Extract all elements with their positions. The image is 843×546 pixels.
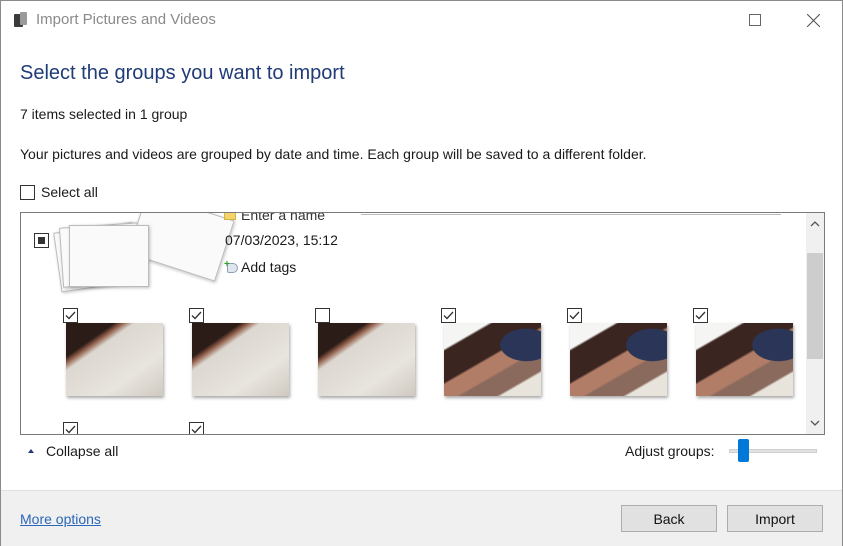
item-checkbox[interactable] bbox=[63, 308, 78, 323]
group-date: 07/03/2023, 15:12 bbox=[225, 232, 338, 248]
group-thumbnail-stack[interactable] bbox=[53, 213, 235, 293]
scroll-up-button[interactable] bbox=[806, 215, 824, 233]
media-item[interactable] bbox=[189, 422, 289, 434]
minimize-button[interactable] bbox=[668, 1, 726, 39]
scrollbar-thumb[interactable] bbox=[807, 253, 823, 359]
name-underline bbox=[361, 214, 781, 215]
adjust-groups-label: Adjust groups: bbox=[625, 443, 715, 459]
media-thumbnail[interactable] bbox=[318, 323, 415, 396]
select-all-checkbox[interactable]: Select all bbox=[20, 184, 98, 200]
chevron-down-icon bbox=[810, 420, 820, 426]
add-tags-label: Add tags bbox=[241, 259, 297, 275]
slider-thumb[interactable] bbox=[738, 439, 749, 462]
more-options-link[interactable]: More options bbox=[20, 511, 101, 527]
add-tag-icon: + bbox=[224, 260, 238, 273]
item-checkbox[interactable] bbox=[567, 308, 582, 323]
scroll-down-button[interactable] bbox=[806, 414, 824, 432]
group-name-field[interactable]: Enter a name bbox=[224, 212, 326, 222]
group-name-placeholder: Enter a name bbox=[241, 212, 326, 222]
maximize-button[interactable] bbox=[726, 1, 784, 39]
vertical-scrollbar[interactable] bbox=[806, 213, 824, 434]
groups-list[interactable]: Enter a name 07/03/2023, 15:12 + Add tag… bbox=[20, 212, 825, 435]
media-thumbnail[interactable] bbox=[570, 323, 667, 396]
close-icon bbox=[806, 13, 820, 27]
media-thumbnail[interactable] bbox=[66, 323, 163, 396]
adjust-groups-slider[interactable] bbox=[729, 438, 817, 464]
media-item[interactable] bbox=[315, 308, 415, 408]
selection-count: 7 items selected in 1 group bbox=[20, 106, 188, 122]
close-button[interactable] bbox=[784, 1, 842, 39]
maximize-icon bbox=[749, 14, 761, 26]
media-thumbnail[interactable] bbox=[444, 323, 541, 396]
media-item[interactable] bbox=[441, 308, 541, 408]
media-item[interactable] bbox=[63, 422, 163, 434]
item-checkbox[interactable] bbox=[441, 308, 456, 323]
item-checkbox[interactable] bbox=[693, 308, 708, 323]
media-item[interactable] bbox=[567, 308, 667, 408]
item-checkbox[interactable] bbox=[315, 308, 330, 323]
caret-up-icon bbox=[28, 449, 34, 453]
item-checkbox[interactable] bbox=[63, 422, 78, 434]
group-info: Enter a name 07/03/2023, 15:12 + Add tag… bbox=[224, 212, 338, 275]
add-tags-link[interactable]: + Add tags bbox=[224, 259, 296, 275]
item-checkbox[interactable] bbox=[189, 422, 204, 434]
chevron-up-icon bbox=[810, 221, 820, 227]
group-checkbox[interactable] bbox=[34, 233, 49, 248]
description-text: Your pictures and videos are grouped by … bbox=[20, 146, 647, 162]
folder-icon bbox=[224, 213, 236, 220]
footer-bar: More options Back Import bbox=[1, 490, 842, 546]
select-all-box[interactable] bbox=[20, 184, 35, 200]
item-checkbox[interactable] bbox=[189, 308, 204, 323]
media-thumbnail[interactable] bbox=[192, 323, 289, 396]
collapse-all-label: Collapse all bbox=[46, 443, 119, 459]
media-item[interactable] bbox=[63, 308, 163, 408]
page-heading: Select the groups you want to import bbox=[20, 62, 345, 84]
back-button[interactable]: Back bbox=[621, 505, 717, 532]
select-all-label: Select all bbox=[41, 184, 98, 200]
import-app-icon bbox=[14, 12, 28, 28]
collapse-all-button[interactable]: Collapse all bbox=[28, 443, 118, 459]
media-thumbnail[interactable] bbox=[696, 323, 793, 396]
window-title: Import Pictures and Videos bbox=[36, 11, 216, 28]
import-dialog: Import Pictures and Videos Select the gr… bbox=[0, 0, 843, 546]
title-bar: Import Pictures and Videos bbox=[1, 1, 842, 39]
import-button[interactable]: Import bbox=[727, 505, 823, 532]
media-item[interactable] bbox=[693, 308, 793, 408]
media-item[interactable] bbox=[189, 308, 289, 408]
